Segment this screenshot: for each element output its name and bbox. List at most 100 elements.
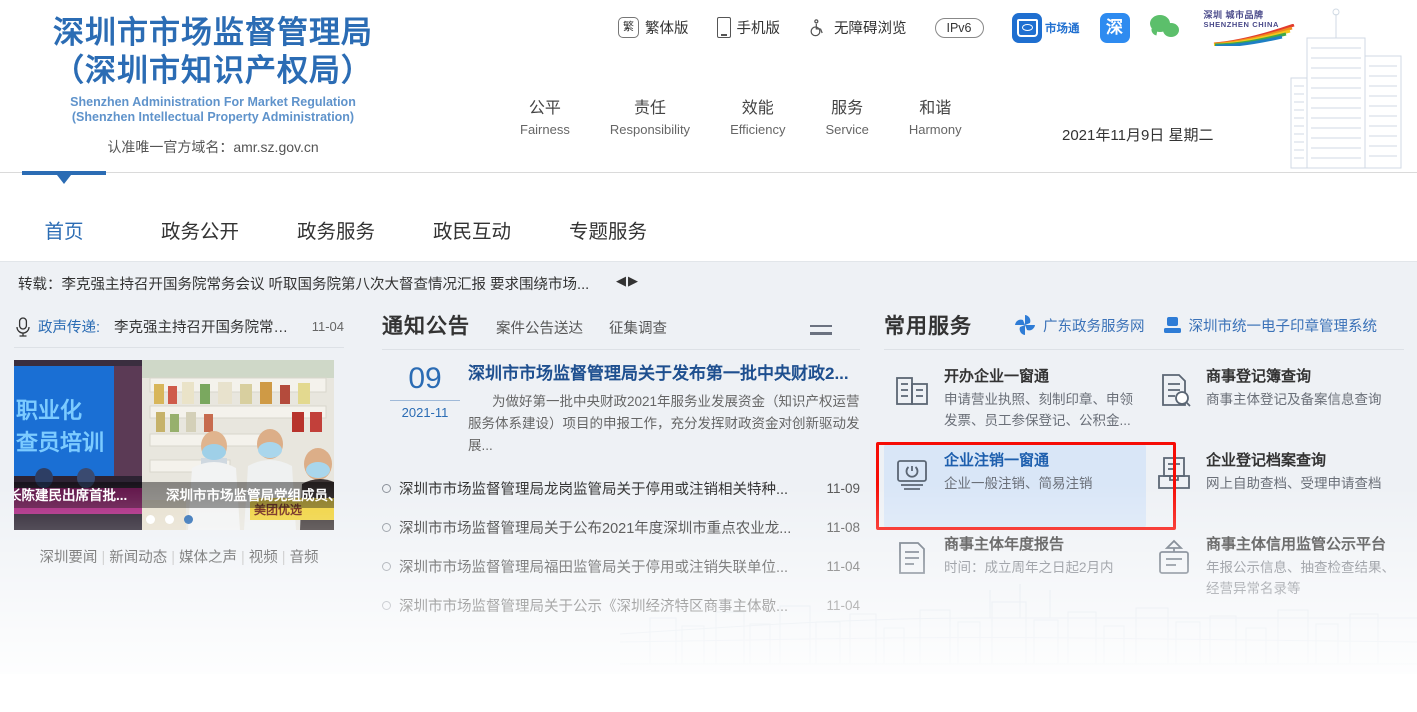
header-utility-links: 繁 繁体版 手机版 无障碍浏览 IPv6 <box>618 17 1012 38</box>
official-domain-notice: 认准唯一官方域名：amr.sz.gov.cn <box>38 137 388 157</box>
value-cn: 服务 <box>825 98 868 120</box>
announcements-title: 通知公告 <box>382 310 470 340</box>
featured-date: 09 2021-11 <box>382 362 468 457</box>
divider: | <box>282 550 286 566</box>
service-card-registry-query[interactable]: 商事登记簿查询 商事主体登记及备案信息查询 <box>1146 360 1404 444</box>
list-item[interactable]: 深圳市市场监督管理局龙岗监管局关于停用或注销相关特种... 11-09 <box>382 469 860 508</box>
carousel-dot-2[interactable] <box>165 515 174 524</box>
nav-item-public-interaction[interactable]: 政民互动 <box>430 173 514 244</box>
link-shenzhen-headline[interactable]: 深圳要闻 <box>39 550 97 566</box>
wechat-glyph <box>1150 15 1184 41</box>
bullet-icon <box>382 601 391 610</box>
list-item[interactable]: 深圳市市场监督管理局福田监管局关于停用或注销失联单位... 11-04 <box>382 547 860 586</box>
bullet-icon <box>382 562 391 571</box>
accessibility-link[interactable]: 无障碍浏览 <box>808 17 907 38</box>
service-desc: 年报公示信息、抽查检查结果、经营异常名录等 <box>1206 557 1398 599</box>
nav-label: 政民互动 <box>433 221 511 243</box>
featured-body: 深圳市市场监督管理局关于发布第一批中央财政2... 为做好第一批中央财政2021… <box>468 362 860 457</box>
voice-transmission-row[interactable]: 政声传递: 李克强主持召开国务院常务... 11-04 <box>14 312 344 348</box>
right-column: 常用服务 广东政务服务网 <box>884 310 1404 612</box>
site-header: 深圳市市场监督管理局 （深圳市知识产权局） Shenzhen Administr… <box>0 0 1417 172</box>
tab-case-announcement[interactable]: 案件公告送达 <box>496 317 583 340</box>
link-media-voice[interactable]: 媒体之声 <box>179 550 237 566</box>
featured-title[interactable]: 深圳市市场监督管理局关于发布第一批中央财政2... <box>468 362 860 386</box>
featured-announcement[interactable]: 09 2021-11 深圳市市场监督管理局关于发布第一批中央财政2... 为做好… <box>382 362 860 457</box>
featured-day: 09 <box>382 362 468 396</box>
shichangtong-app-icon[interactable]: 市场通 <box>1012 13 1080 43</box>
ticker-text[interactable]: 李克强主持召开国务院常务会议 听取国务院第八次大督查情况汇报 要求围绕市场... <box>62 277 590 293</box>
site-logo[interactable]: 深圳市市场监督管理局 （深圳市知识产权局） Shenzhen Administr… <box>38 14 388 157</box>
voice-title[interactable]: 李克强主持召开国务院常务... <box>114 316 300 337</box>
divider: | <box>171 550 175 566</box>
carousel-caption-left[interactable]: 长陈建民出席首批... <box>14 484 127 504</box>
list-item-date: 11-04 <box>826 598 860 613</box>
list-item[interactable]: 深圳市市场监督管理局关于公示《深圳经济特区商事主体歇... 11-04 <box>382 586 860 625</box>
list-item-title[interactable]: 深圳市市场监督管理局福田监管局关于停用或注销失联单位... <box>399 556 814 577</box>
list-item-date: 11-04 <box>826 559 860 574</box>
phone-icon <box>717 17 731 38</box>
nav-item-government-service[interactable]: 政务服务 <box>294 173 378 244</box>
nav-label: 专题服务 <box>569 221 647 243</box>
list-item-title[interactable]: 深圳市市场监督管理局龙岗监管局关于停用或注销相关特种... <box>399 478 814 499</box>
list-item-title[interactable]: 深圳市市场监督管理局关于公布2021年度深圳市重点农业龙... <box>399 517 814 538</box>
service-desc: 网上自助查档、受理申请查档 <box>1206 473 1398 494</box>
nav-item-special-service[interactable]: 专题服务 <box>566 173 650 244</box>
board-icon <box>1154 538 1194 578</box>
link-e-seal-system[interactable]: 深圳市统一电子印章管理系统 <box>1163 315 1378 336</box>
news-image-carousel[interactable]: 职业化 查员培训 <box>14 360 334 530</box>
link-label: 广东政务服务网 <box>1043 315 1145 336</box>
service-card-registration-archive[interactable]: 企业登记档案查询 网上自助查档、受理申请查档 <box>1146 444 1404 528</box>
service-card-credit-supervision-platform[interactable]: 商事主体信用监管公示平台 年报公示信息、抽查检查结果、经营异常名录等 <box>1146 528 1404 612</box>
accessibility-label: 无障碍浏览 <box>834 17 907 38</box>
common-services-header: 常用服务 广东政务服务网 <box>884 310 1404 350</box>
more-menu-icon[interactable] <box>810 325 832 340</box>
value-cn: 效能 <box>730 98 785 120</box>
middle-column: 通知公告 案件公告送达 征集调查 09 2021-11 深圳市市场监督管理局关于… <box>382 310 860 625</box>
service-desc: 企业一般注销、简易注销 <box>944 473 1140 494</box>
nav-label: 政务服务 <box>297 221 375 243</box>
link-news-trends[interactable]: 新闻动态 <box>109 550 167 566</box>
service-title: 商事登记簿查询 <box>1206 366 1398 387</box>
link-audio[interactable]: 音频 <box>290 550 319 566</box>
service-title: 企业登记档案查询 <box>1206 450 1398 471</box>
ipv6-label: IPv6 <box>935 18 984 38</box>
service-card-start-business[interactable]: 开办企业一窗通 申请营业执照、刻制印章、申领发票、员工参保登记、公积金... <box>884 360 1146 444</box>
ticker-content[interactable]: 转载：李克强主持召开国务院常务会议 听取国务院第八次大督查情况汇报 要求围绕市场… <box>18 273 589 294</box>
link-guangdong-service-net[interactable]: 广东政务服务网 <box>1014 314 1145 336</box>
wechat-icon[interactable] <box>1150 15 1184 41</box>
nav-item-government-disclosure[interactable]: 政务公开 <box>158 173 242 244</box>
value-en: Responsibility <box>610 120 690 140</box>
voice-date: 11-04 <box>312 319 344 334</box>
list-item-date: 11-09 <box>826 481 860 496</box>
list-item-title[interactable]: 深圳市市场监督管理局关于公示《深圳经济特区商事主体歇... <box>399 595 814 616</box>
ipv6-badge[interactable]: IPv6 <box>935 18 984 38</box>
page-root: 深圳市市场监督管理局 （深圳市知识产权局） Shenzhen Administr… <box>0 0 1417 712</box>
service-card-annual-report[interactable]: 商事主体年度报告 时间：成立周年之日起2月内 <box>884 528 1146 612</box>
i-shenzhen-app-icon[interactable]: 深 <box>1100 13 1130 43</box>
doc-search-icon <box>1154 370 1194 410</box>
list-item[interactable]: 深圳市市场监督管理局关于公布2021年度深圳市重点农业龙... 11-08 <box>382 508 860 547</box>
carousel-caption-right[interactable]: 深圳市市场监管局党组成员、市食 <box>166 484 334 504</box>
mobile-version-link[interactable]: 手机版 <box>717 17 781 38</box>
traditional-chinese-toggle[interactable]: 繁 繁体版 <box>618 17 689 38</box>
current-date: 2021年11月9日 星期二 <box>1062 124 1213 145</box>
value-harmony: 和谐 Harmony <box>909 98 962 140</box>
ticker-arrows-icon[interactable]: ◀▶ <box>616 273 640 289</box>
nav-item-home[interactable]: 首页 <box>22 173 106 244</box>
carousel-dot-3[interactable] <box>184 515 193 524</box>
service-grid: 开办企业一窗通 申请营业执照、刻制印章、申领发票、员工参保登记、公积金... <box>884 360 1404 612</box>
service-text: 企业登记档案查询 网上自助查档、受理申请查档 <box>1206 450 1398 522</box>
link-video[interactable]: 视频 <box>249 550 278 566</box>
nav-list: 首页 政务公开 政务服务 政民互动 专题服务 <box>22 173 650 244</box>
nav-active-caret-icon <box>57 175 71 184</box>
carousel-dots <box>146 515 193 524</box>
carousel-dot-1[interactable] <box>146 515 155 524</box>
tab-survey[interactable]: 征集调查 <box>609 317 667 340</box>
microphone-icon <box>14 317 32 337</box>
traditional-icon: 繁 <box>618 17 639 38</box>
logo-subtitle-en2: (Shenzhen Intellectual Property Administ… <box>38 110 388 125</box>
nav-label: 政务公开 <box>161 221 239 243</box>
service-card-deregister-business[interactable]: 企业注销一窗通 企业一般注销、简易注销 <box>884 444 1146 528</box>
service-text: 商事主体年度报告 时间：成立周年之日起2月内 <box>944 534 1140 606</box>
service-title: 企业注销一窗通 <box>944 450 1140 471</box>
